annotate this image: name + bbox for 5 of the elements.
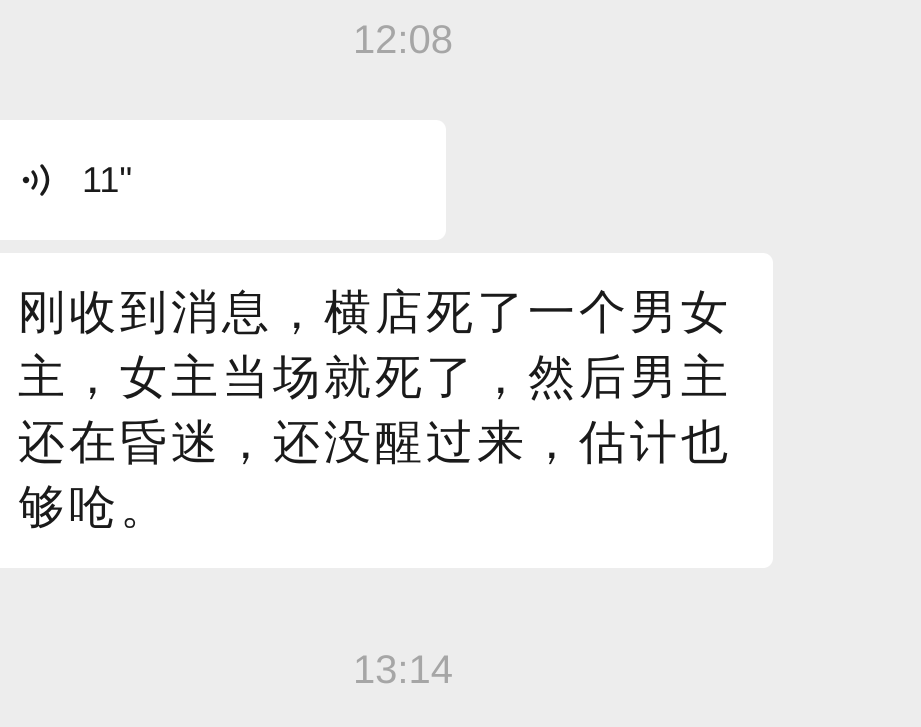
message-text: 刚收到消息，横店死了一个男女主，女主当场就死了，然后男主还在昏迷，还没醒过来，估计也够呛。 <box>18 284 733 537</box>
timestamp: 12:08 <box>352 17 454 64</box>
voice-duration: 11" <box>82 160 132 200</box>
voice-message-bubble[interactable]: 11" <box>0 120 446 240</box>
timestamp: 13:14 <box>352 647 454 694</box>
